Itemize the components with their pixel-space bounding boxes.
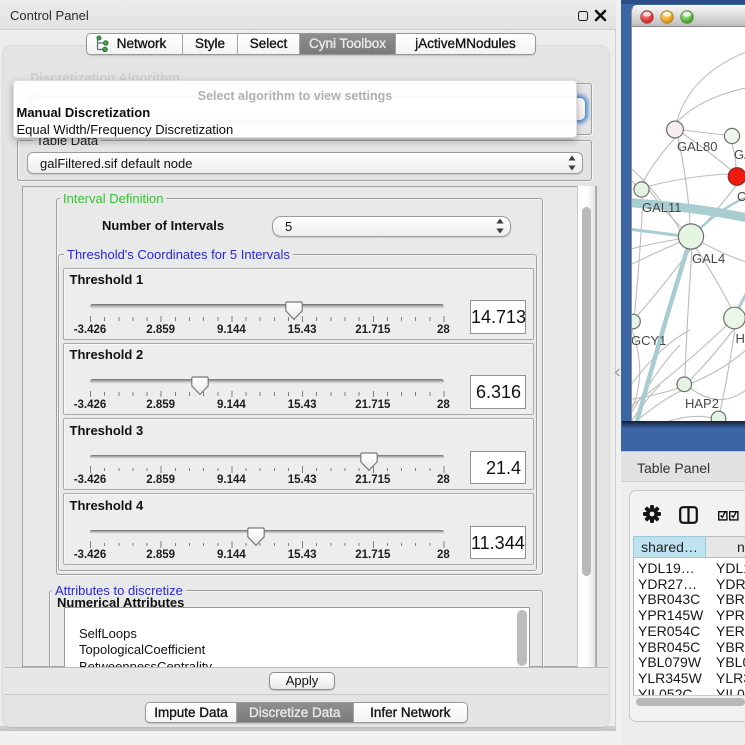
svg-text:GAL80: GAL80 xyxy=(677,139,717,154)
svg-text:GA: GA xyxy=(734,147,745,162)
svg-text:GAL4: GAL4 xyxy=(692,251,725,266)
svg-text:CD: CD xyxy=(737,189,745,204)
svg-text:GCY1: GCY1 xyxy=(632,333,666,348)
svg-text:GAL11: GAL11 xyxy=(642,200,682,215)
svg-text:H: H xyxy=(736,331,745,346)
svg-text:HAP2: HAP2 xyxy=(685,396,719,411)
